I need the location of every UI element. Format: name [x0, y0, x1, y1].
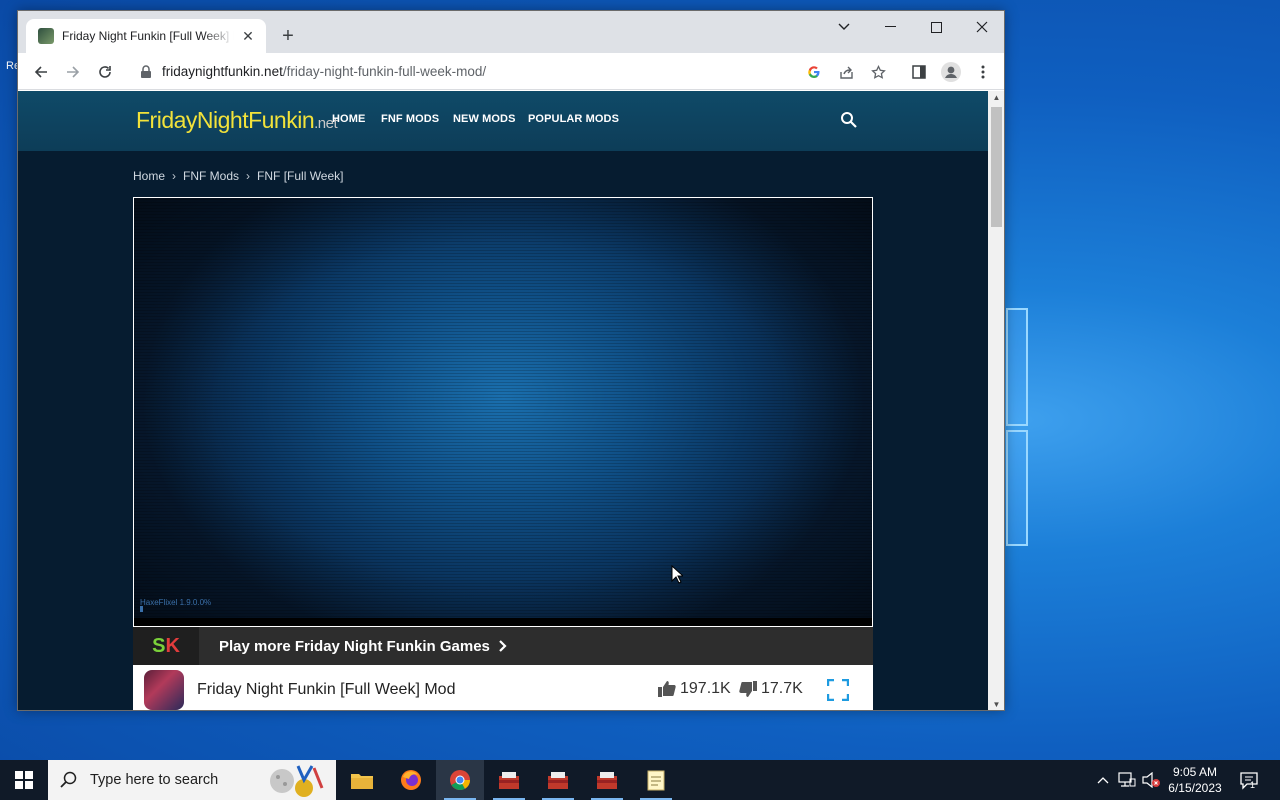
system-clock[interactable]: 9:05 AM 6/15/2023 — [1160, 764, 1230, 796]
scrollbar-thumb[interactable] — [991, 107, 1002, 227]
mouse-cursor-icon — [671, 565, 683, 584]
site-logo[interactable]: FridayNightFunkin.net — [136, 107, 338, 134]
tab-active[interactable]: Friday Night Funkin [Full Week] Mod ✕ — [26, 19, 266, 53]
firefox-icon[interactable] — [387, 760, 435, 800]
dislike-button[interactable]: 17.7K — [739, 680, 803, 698]
nav-home[interactable]: HOME — [332, 113, 365, 125]
breadcrumb-fnf-mods[interactable]: FNF Mods — [183, 169, 239, 183]
app-toolbox-1-icon[interactable] — [485, 760, 533, 800]
play-more-banner[interactable]: SK Play more Friday Night Funkin Games — [133, 627, 873, 665]
nav-popular-mods[interactable]: POPULAR MODS — [528, 113, 619, 125]
breadcrumb: Home › FNF Mods › FNF [Full Week] — [133, 169, 344, 183]
scroll-up-icon[interactable]: ▲ — [988, 91, 1004, 105]
clock-date: 6/15/2023 — [1168, 781, 1222, 795]
search-icon[interactable] — [840, 111, 858, 129]
game-info-bar: Friday Night Funkin [Full Week] Mod 197.… — [133, 665, 873, 710]
app-toolbox-3-icon[interactable] — [583, 760, 631, 800]
tab-search-icon[interactable] — [821, 11, 867, 43]
scroll-down-icon[interactable]: ▼ — [988, 698, 1004, 710]
back-icon[interactable] — [28, 59, 54, 85]
notepad-icon[interactable] — [632, 760, 680, 800]
url-text: fridaynightfunkin.net/friday-night-funki… — [162, 64, 486, 79]
start-button[interactable] — [0, 760, 48, 800]
game-title: Friday Night Funkin [Full Week] Mod — [197, 681, 456, 698]
search-icon — [60, 771, 77, 788]
taskbar: Type here to search 9:05 AM 6/15/2023 1 — [0, 760, 1280, 800]
breadcrumb-current: FNF [Full Week] — [257, 169, 344, 183]
windows-wallpaper-logo — [1006, 308, 1030, 548]
breadcrumb-separator: › — [246, 169, 251, 183]
vignette-overlay — [134, 198, 872, 626]
chrome-icon[interactable] — [436, 760, 484, 800]
tab-close-icon[interactable]: ✕ — [240, 28, 256, 45]
chevron-right-icon — [499, 640, 507, 652]
search-highlight-icon — [270, 765, 324, 797]
nav-fnf-mods[interactable]: FNF MODS — [381, 113, 439, 125]
dislike-count: 17.7K — [761, 680, 803, 697]
close-window-button[interactable] — [959, 11, 1004, 43]
notifications-icon[interactable]: 1 — [1236, 760, 1262, 800]
page-scrollbar[interactable]: ▲ ▼ — [988, 91, 1004, 710]
new-tab-button[interactable]: + — [276, 24, 300, 48]
url-path: /friday-night-funkin-full-week-mod/ — [282, 64, 487, 79]
nav-new-mods[interactable]: NEW MODS — [453, 113, 516, 125]
game-frame-border — [134, 618, 872, 626]
file-explorer-icon[interactable] — [338, 760, 386, 800]
promo-text: Play more Friday Night Funkin Games — [219, 637, 490, 655]
taskbar-search-placeholder: Type here to search — [90, 772, 219, 788]
taskbar-search-box[interactable]: Type here to search — [48, 760, 336, 800]
thumbs-down-icon — [739, 681, 757, 697]
show-hidden-icons-chevron-up-icon[interactable] — [1094, 760, 1112, 800]
web-page: FridayNightFunkin.net HOME FNF MODS NEW … — [18, 91, 988, 710]
reload-icon[interactable] — [92, 59, 118, 85]
like-button[interactable]: 197.1K — [658, 680, 731, 698]
promo-logo-k: K — [165, 634, 180, 657]
browser-window: Friday Night Funkin [Full Week] Mod ✕ + … — [17, 10, 1005, 711]
engine-loading-text: HaxeFlixel 1.9.0.0% — [140, 598, 212, 607]
profile-icon[interactable] — [938, 59, 964, 85]
clock-time: 9:05 AM — [1172, 765, 1218, 779]
breadcrumb-home[interactable]: Home — [133, 169, 165, 183]
thumbs-up-icon — [658, 681, 676, 697]
app-toolbox-2-icon[interactable] — [534, 760, 582, 800]
windows-icon — [15, 771, 33, 789]
google-icon[interactable] — [805, 63, 823, 81]
loading-bar — [140, 606, 143, 612]
volume-muted-icon[interactable] — [1140, 760, 1162, 800]
lock-icon[interactable] — [140, 64, 152, 79]
promo-logo: SK — [133, 627, 199, 665]
minimize-button[interactable] — [867, 11, 913, 43]
maximize-button[interactable] — [913, 11, 959, 43]
url-host: fridaynightfunkin.net — [162, 64, 283, 79]
tab-strip: Friday Night Funkin [Full Week] Mod ✕ + — [18, 11, 1004, 53]
side-panel-icon[interactable] — [906, 59, 932, 85]
game-thumbnail — [144, 670, 184, 710]
promo-logo-s: S — [152, 634, 166, 657]
share-icon[interactable] — [837, 63, 855, 81]
breadcrumb-separator: › — [172, 169, 177, 183]
like-count: 197.1K — [680, 680, 731, 697]
address-bar[interactable]: fridaynightfunkin.net/friday-night-funki… — [128, 57, 892, 86]
browser-toolbar: fridaynightfunkin.net/friday-night-funki… — [18, 53, 1004, 90]
site-header: FridayNightFunkin.net HOME FNF MODS NEW … — [18, 91, 988, 151]
star-icon[interactable] — [869, 63, 887, 81]
forward-icon[interactable] — [60, 59, 86, 85]
network-icon[interactable] — [1116, 760, 1138, 800]
tab-favicon-icon — [38, 28, 54, 44]
fullscreen-icon — [827, 679, 849, 701]
logo-main: FridayNightFunkin — [136, 107, 315, 133]
fullscreen-button[interactable] — [821, 673, 855, 707]
game-canvas[interactable]: HaxeFlixel 1.9.0.0% — [133, 197, 873, 627]
tab-title: Friday Night Funkin [Full Week] Mod — [62, 29, 234, 43]
notification-count: 1 — [1250, 780, 1256, 790]
menu-icon[interactable] — [970, 59, 996, 85]
